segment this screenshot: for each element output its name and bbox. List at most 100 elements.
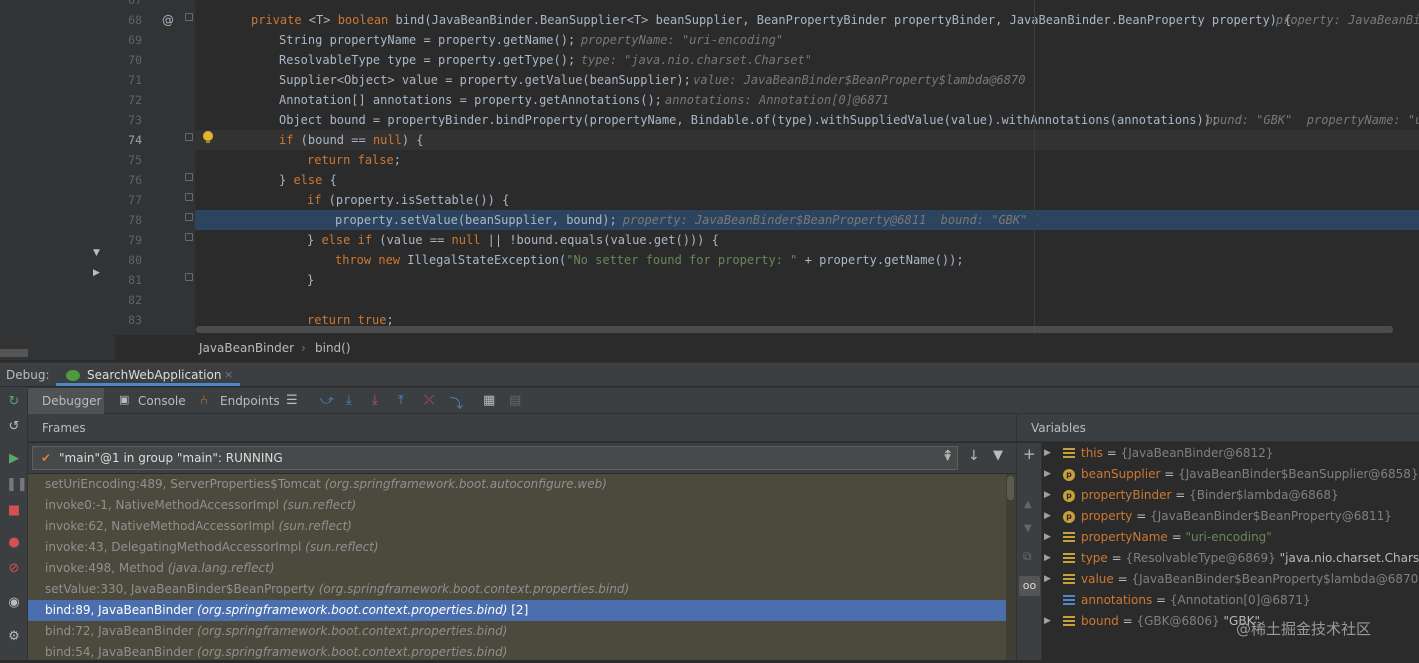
- line-number[interactable]: 81: [115, 270, 142, 290]
- breadcrumb-class[interactable]: JavaBeanBinder: [199, 337, 294, 359]
- line-number[interactable]: 82: [115, 290, 142, 310]
- expand-arrow-icon[interactable]: ▶: [1044, 485, 1051, 506]
- line-number[interactable]: 75: [115, 150, 142, 170]
- step-over-icon[interactable]: ⤓: [346, 393, 352, 408]
- frames-scroll-thumb[interactable]: [1007, 476, 1014, 500]
- code-line[interactable]: } else if (value == null || !bound.equal…: [195, 230, 1419, 250]
- frame-row[interactable]: setValue:330, JavaBeanBinder$BeanPropert…: [28, 579, 1006, 600]
- evaluate-expression-icon[interactable]: ▦: [483, 393, 495, 408]
- fold-marker-icon[interactable]: [185, 173, 193, 181]
- arrow-up-icon[interactable]: ↑: [942, 448, 954, 464]
- move-down-icon[interactable]: ▼: [1024, 523, 1032, 534]
- collapse-icon[interactable]: ▶: [93, 268, 100, 278]
- code-line[interactable]: }: [195, 270, 1419, 290]
- variable-row[interactable]: ▶ type = {ResolvableType@6869} "java.nio.…: [1042, 548, 1419, 569]
- copy-icon[interactable]: ⧉: [1023, 549, 1032, 564]
- rerun-icon[interactable]: ↻: [6, 394, 22, 410]
- frame-row[interactable]: invoke:43, DelegatingMethodAccessorImpl …: [28, 537, 1006, 558]
- frame-row[interactable]: invoke:498, Method (java.lang.reflect): [28, 558, 1006, 579]
- frames-list[interactable]: setUriEncoding:489, ServerProperties$Tom…: [28, 474, 1016, 660]
- line-number[interactable]: 77: [115, 190, 142, 210]
- frame-row[interactable]: bind:89, JavaBeanBinder (org.springframe…: [28, 600, 1006, 621]
- line-number[interactable]: 78: [115, 210, 142, 230]
- expand-arrow-icon[interactable]: ▶: [1044, 464, 1051, 485]
- expand-arrow-icon[interactable]: ▶: [1044, 611, 1051, 632]
- mute-breakpoints-icon[interactable]: ⊘: [6, 561, 22, 577]
- code-line[interactable]: throw new IllegalStateException("No sett…: [195, 250, 1419, 270]
- code-line[interactable]: if (bound == null) {: [195, 130, 1419, 150]
- step-into-icon[interactable]: ⤓: [372, 393, 378, 408]
- variable-row[interactable]: ▶ p propertyBinder = {Binder$lambda@6868}: [1042, 485, 1419, 506]
- code-line[interactable]: Object bound = propertyBinder.bindProper…: [195, 110, 1419, 130]
- variable-row[interactable]: ▶ p property = {JavaBeanBinder$BeanPropert…: [1042, 506, 1419, 527]
- filter-icon[interactable]: ▼: [993, 448, 1003, 463]
- fold-marker-icon[interactable]: [185, 213, 193, 221]
- code-line[interactable]: return false;: [195, 150, 1419, 170]
- variable-row[interactable]: ▶ this = {JavaBeanBinder@6812}: [1042, 443, 1419, 464]
- stop-icon[interactable]: ■: [6, 503, 22, 519]
- code-line[interactable]: [195, 0, 1419, 10]
- variable-row[interactable]: ▶ p beanSupplier = {JavaBeanBinder$BeanSup…: [1042, 464, 1419, 485]
- expand-arrow-icon[interactable]: ▶: [1044, 569, 1051, 590]
- move-up-icon[interactable]: ▲: [1024, 499, 1032, 510]
- watches-glasses-icon[interactable]: oo: [1019, 576, 1040, 596]
- settings-gear-icon[interactable]: ⚙: [6, 629, 22, 645]
- tab-endpoints[interactable]: Endpoints: [220, 388, 280, 415]
- restart-icon[interactable]: ↺: [6, 419, 22, 435]
- add-watch-icon[interactable]: +: [1023, 445, 1036, 463]
- fold-marker-icon[interactable]: [185, 193, 193, 201]
- panel-scrollbar[interactable]: [0, 349, 28, 357]
- step-out-icon[interactable]: ⤒: [398, 393, 404, 408]
- frame-row[interactable]: setUriEncoding:489, ServerProperties$Tom…: [28, 474, 1006, 495]
- horizontal-scrollbar[interactable]: [196, 326, 1393, 333]
- menu-icon[interactable]: ☰: [286, 393, 298, 408]
- collapse-icon[interactable]: ▼: [93, 248, 100, 258]
- expand-arrow-icon[interactable]: ▶: [1044, 527, 1051, 548]
- frames-scrollbar[interactable]: [1006, 474, 1016, 660]
- frame-row[interactable]: invoke:62, NativeMethodAccessorImpl (sun…: [28, 516, 1006, 537]
- arrow-down-icon[interactable]: ↓: [968, 448, 980, 464]
- code-line[interactable]: } else {: [195, 170, 1419, 190]
- code-line[interactable]: String propertyName = property.getName()…: [195, 30, 1419, 50]
- variable-row[interactable]: annotations = {Annotation[0]@6871}: [1042, 590, 1419, 611]
- expand-arrow-icon[interactable]: ▶: [1044, 443, 1051, 464]
- line-number[interactable]: 69: [115, 30, 142, 50]
- fold-marker-icon[interactable]: [185, 273, 193, 281]
- code-editor[interactable]: ▼ ▶ 67 68 private <T> boolean bind(JavaBea…: [0, 0, 1419, 360]
- expand-arrow-icon[interactable]: ▶: [1044, 506, 1051, 527]
- code-line[interactable]: [195, 290, 1419, 310]
- trace-icon[interactable]: ▤: [509, 393, 521, 408]
- run-to-cursor-icon[interactable]: ⤵: [450, 393, 463, 412]
- tab-debugger[interactable]: Debugger: [42, 388, 101, 415]
- pause-icon[interactable]: ❚❚: [6, 477, 28, 493]
- code-line[interactable]: Annotation[] annotations = property.getA…: [195, 90, 1419, 110]
- code-line[interactable]: property.setValue(beanSupplier, bound); p…: [195, 210, 1419, 230]
- code-line[interactable]: if (property.isSettable()) {: [195, 190, 1419, 210]
- line-number[interactable]: 71: [115, 70, 142, 90]
- fold-marker-icon[interactable]: [185, 233, 193, 241]
- show-execution-point-icon[interactable]: ⤻: [320, 393, 334, 408]
- line-number[interactable]: 73: [115, 110, 142, 130]
- view-breakpoints-icon[interactable]: ●: [6, 535, 22, 551]
- camera-icon[interactable]: ◉: [6, 595, 22, 611]
- tab-console[interactable]: Console: [138, 388, 186, 415]
- frame-row[interactable]: invoke0:-1, NativeMethodAccessorImpl (su…: [28, 495, 1006, 516]
- line-number[interactable]: 76: [115, 170, 142, 190]
- line-number[interactable]: 70: [115, 50, 142, 70]
- line-number[interactable]: 67: [115, 0, 142, 10]
- line-number[interactable]: 83: [115, 310, 142, 330]
- override-marker-icon[interactable]: @: [162, 13, 174, 27]
- line-number[interactable]: 80: [115, 250, 142, 270]
- code-line[interactable]: private <T> boolean bind(JavaBeanBinder.…: [195, 10, 1419, 30]
- code-line[interactable]: ResolvableType type = property.getType()…: [195, 50, 1419, 70]
- line-number[interactable]: 72: [115, 90, 142, 110]
- code-line[interactable]: Supplier<Object> value = property.getVal…: [195, 70, 1419, 90]
- frame-row[interactable]: bind:72, JavaBeanBinder (org.springframe…: [28, 621, 1006, 642]
- breadcrumb-method[interactable]: bind(): [315, 337, 351, 359]
- thread-dropdown[interactable]: ✔ "main"@1 in group "main": RUNNING ▼: [32, 446, 958, 470]
- fold-marker-icon[interactable]: [185, 133, 193, 141]
- line-number[interactable]: 68: [115, 10, 142, 30]
- resume-icon[interactable]: ▶: [6, 451, 22, 467]
- variable-row[interactable]: ▶ value = {JavaBeanBinder$BeanProperty$la…: [1042, 569, 1419, 590]
- drop-frame-icon[interactable]: ⤬: [424, 393, 434, 408]
